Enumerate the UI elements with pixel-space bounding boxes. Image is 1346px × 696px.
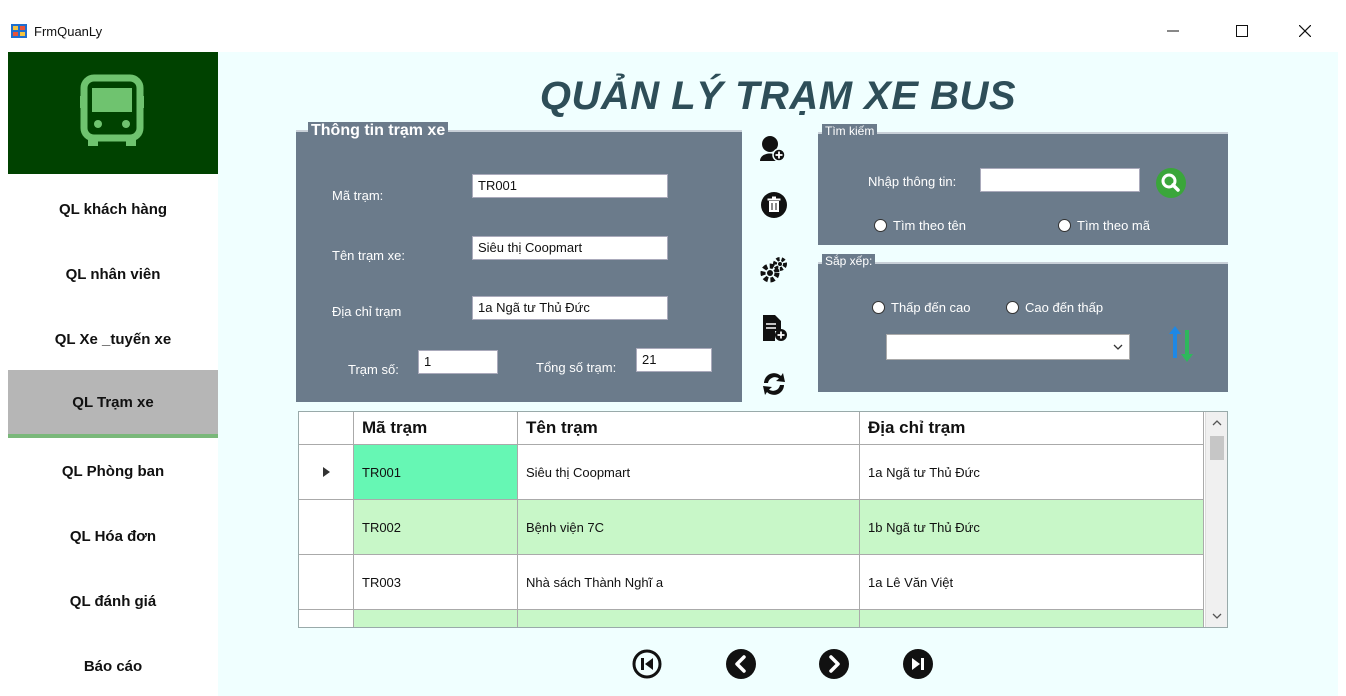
main-content: QUẢN LÝ TRẠM XE BUS Thông tin trạm xe Mã… (218, 52, 1338, 696)
cell-dia-chi[interactable]: 1a Ngã tư Thủ Đức (860, 445, 1204, 499)
vertical-scrollbar[interactable] (1205, 412, 1227, 627)
column-header-dia-chi[interactable]: Địa chỉ trạm (860, 412, 1204, 444)
scroll-down-icon[interactable] (1212, 613, 1222, 620)
sidebar-item-phong-ban[interactable]: QL Phòng ban (8, 439, 218, 503)
radio-sort-desc-label: Cao đến thấp (1025, 300, 1104, 315)
grid-header: Mã trạm Tên trạm Địa chỉ trạm (299, 412, 1204, 445)
data-grid[interactable]: Mã trạm Tên trạm Địa chỉ trạm TR001 Siêu… (298, 411, 1228, 628)
info-panel: Thông tin trạm xe Mã trạm: TR001 Tên trạ… (296, 122, 742, 402)
ten-tram-input[interactable]: Siêu thị Coopmart (472, 236, 668, 260)
sidebar-item-nhan-vien[interactable]: QL nhân viên (8, 242, 218, 306)
tong-so-input[interactable]: 21 (636, 348, 712, 372)
cell-dia-chi[interactable]: 1b Ngã tư Thủ Đức (860, 500, 1204, 554)
cell-dia-chi[interactable] (860, 610, 1204, 627)
cell-ten-tram[interactable] (518, 610, 860, 627)
scrollbar-thumb[interactable] (1210, 436, 1224, 460)
dia-chi-label: Địa chỉ trạm (332, 304, 402, 319)
radio-search-by-name-label: Tìm theo tên (893, 218, 966, 233)
radio-dot (1006, 301, 1019, 314)
search-input[interactable] (980, 168, 1140, 192)
delete-icon[interactable] (760, 191, 788, 219)
add-file-icon[interactable] (760, 314, 788, 342)
search-panel-legend: Tìm kiếm (822, 124, 878, 138)
close-icon (1299, 25, 1311, 37)
info-panel-legend: Thông tin trạm xe (308, 122, 449, 140)
ma-tram-input[interactable]: TR001 (472, 174, 668, 198)
radio-dot (874, 219, 887, 232)
scroll-up-icon[interactable] (1212, 419, 1222, 426)
column-header-ten-tram[interactable]: Tên trạm (518, 412, 860, 444)
ten-tram-label: Tên trạm xe: (332, 248, 405, 263)
search-label: Nhập thông tin: (868, 174, 957, 189)
settings-icon[interactable] (760, 256, 788, 284)
radio-dot (1058, 219, 1071, 232)
sidebar-item-bao-cao[interactable]: Báo cáo (8, 634, 218, 696)
cell-ma-tram[interactable]: TR003 (354, 555, 518, 609)
ma-tram-label: Mã trạm: (332, 188, 384, 203)
radio-search-by-name[interactable]: Tìm theo tên (874, 218, 966, 233)
title-bar: FrmQuanLy (0, 0, 1346, 52)
dia-chi-input[interactable]: 1a Ngã tư Thủ Đức (472, 296, 668, 320)
sort-panel: Sắp xếp: Thấp đến cao Cao đến thấp (818, 254, 1228, 392)
tram-so-input[interactable]: 1 (418, 350, 498, 374)
cell-ten-tram[interactable]: Nhà sách Thành Nghĩ a (518, 555, 860, 609)
cell-ten-tram[interactable]: Bệnh viện 7C (518, 500, 860, 554)
next-icon[interactable] (819, 649, 849, 679)
search-panel: Tìm kiếm Nhập thông tin: Tìm theo tên Tì… (818, 124, 1228, 245)
minimize-button[interactable] (1150, 12, 1196, 50)
last-icon[interactable] (903, 649, 933, 679)
row-selector (299, 500, 354, 554)
window-title: FrmQuanLy (34, 24, 103, 39)
tong-so-label: Tổng số trạm: (536, 360, 617, 375)
close-button[interactable] (1282, 12, 1328, 50)
row-header-corner (299, 412, 354, 444)
row-selector (299, 610, 354, 627)
sort-combobox[interactable] (886, 334, 1130, 360)
bus-icon (80, 74, 144, 146)
table-row[interactable]: TR001 Siêu thị Coopmart 1a Ngã tư Thủ Đứ… (299, 445, 1204, 500)
row-pointer-icon (322, 467, 330, 477)
app-icon (11, 24, 27, 38)
cell-ma-tram[interactable]: TR002 (354, 500, 518, 554)
radio-sort-desc[interactable]: Cao đến thấp (1006, 300, 1103, 315)
page-title: QUẢN LÝ TRẠM XE BUS (539, 74, 1017, 118)
radio-sort-asc-label: Thấp đến cao (891, 300, 971, 315)
sidebar-item-danh-gia[interactable]: QL đánh giá (8, 569, 218, 633)
sort-panel-legend: Sắp xếp: (822, 254, 876, 268)
cell-ma-tram[interactable]: TR001 (354, 445, 518, 499)
refresh-icon[interactable] (760, 370, 788, 398)
sidebar-item-khach-hang[interactable]: QL khách hàng (8, 177, 218, 241)
first-icon[interactable] (632, 649, 662, 679)
maximize-icon (1236, 25, 1248, 37)
maximize-button[interactable] (1219, 12, 1265, 50)
cell-ma-tram[interactable] (354, 610, 518, 627)
sidebar-item-hoa-don[interactable]: QL Hóa đơn (8, 504, 218, 568)
row-selector (299, 445, 354, 499)
add-user-icon[interactable] (758, 134, 786, 162)
radio-search-by-code[interactable]: Tìm theo mã (1058, 218, 1150, 233)
sidebar: QL khách hàng QL nhân viên QL Xe _tuyến … (8, 52, 218, 696)
minimize-icon (1167, 30, 1179, 32)
table-row[interactable] (299, 610, 1204, 627)
column-header-ma-tram[interactable]: Mã trạm (354, 412, 518, 444)
row-selector (299, 555, 354, 609)
sidebar-item-xe-tuyen-xe[interactable]: QL Xe _tuyến xe (8, 307, 218, 371)
radio-dot (872, 301, 885, 314)
tram-so-label: Trạm số: (348, 362, 399, 377)
chevron-down-icon (1113, 344, 1123, 350)
table-row[interactable]: TR002 Bệnh viện 7C 1b Ngã tư Thủ Đức (299, 500, 1204, 555)
cell-dia-chi[interactable]: 1a Lê Văn Việt (860, 555, 1204, 609)
previous-icon[interactable] (726, 649, 756, 679)
sidebar-logo (8, 52, 218, 174)
search-icon[interactable] (1156, 168, 1186, 198)
sort-arrows-icon[interactable] (1168, 326, 1194, 362)
cell-ten-tram[interactable]: Siêu thị Coopmart (518, 445, 860, 499)
table-row[interactable]: TR003 Nhà sách Thành Nghĩ a 1a Lê Văn Vi… (299, 555, 1204, 610)
radio-sort-asc[interactable]: Thấp đến cao (872, 300, 971, 315)
radio-search-by-code-label: Tìm theo mã (1077, 218, 1150, 233)
sidebar-item-tram-xe[interactable]: QL Trạm xe (8, 370, 218, 438)
